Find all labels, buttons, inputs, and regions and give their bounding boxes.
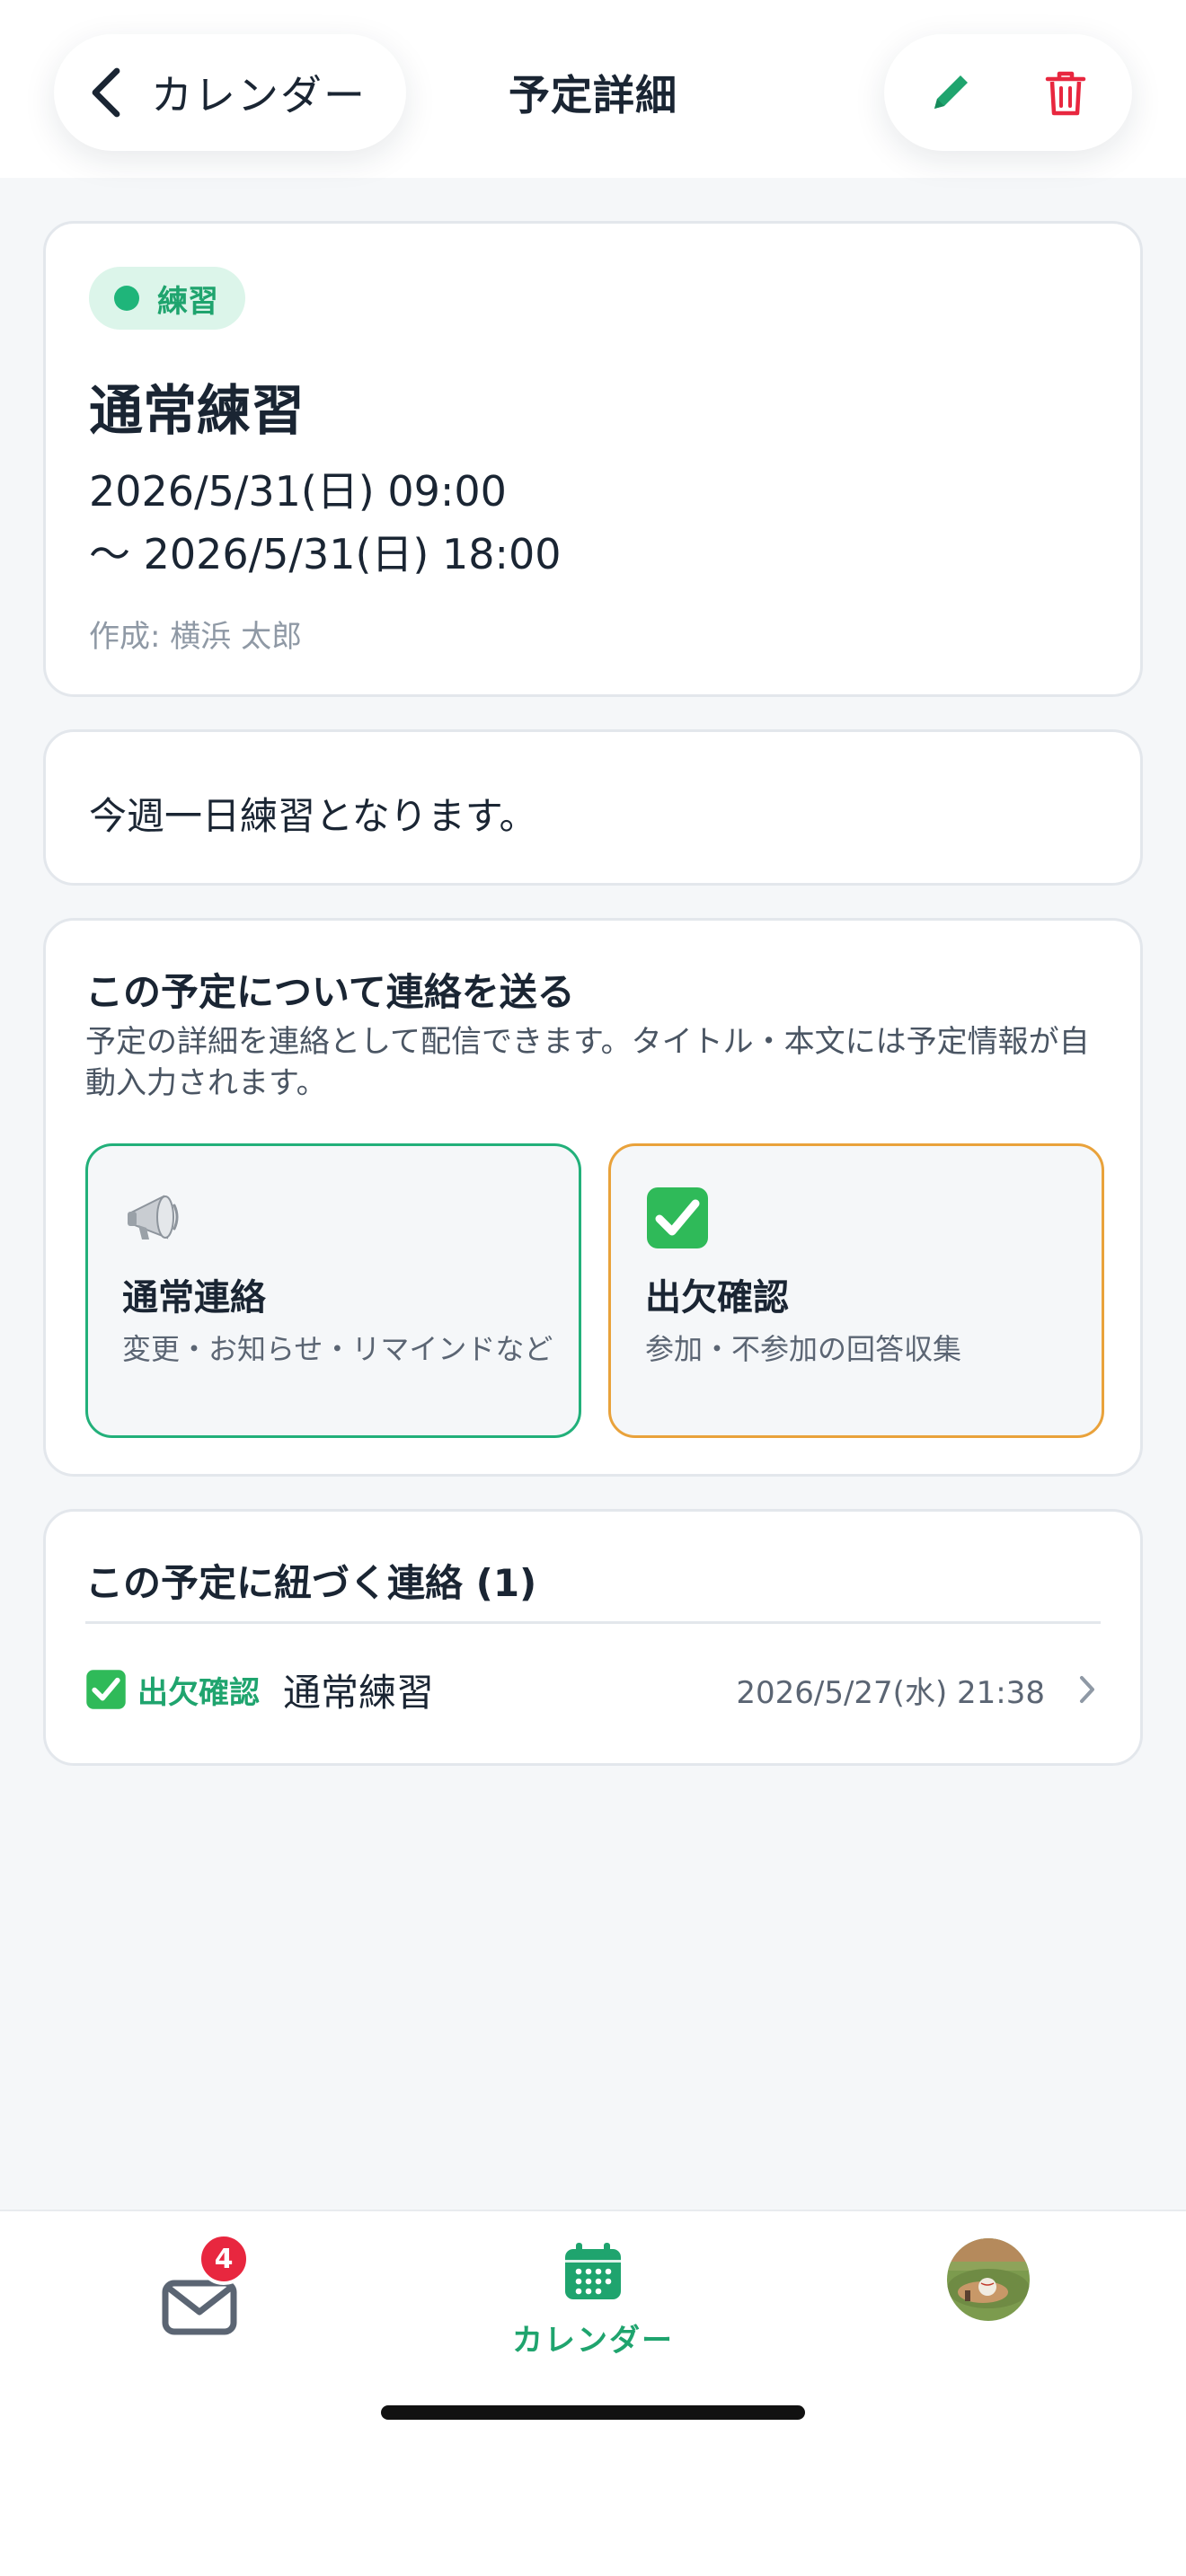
event-title: 通常練習 xyxy=(89,380,305,443)
edit-pencil-icon[interactable] xyxy=(924,66,978,119)
event-end-datetime: 〜 2026/5/31(日) 18:00 xyxy=(89,530,562,578)
linked-messages-title: この予定に紐づく連絡 (1) xyxy=(85,1561,537,1605)
send-section-description: 予定の詳細を連絡として配信できます。タイトル・本文には予定情報が自動入力されます… xyxy=(85,1024,1090,1101)
tab-calendar-label[interactable]: カレンダー xyxy=(0,2316,1186,2360)
send-message-card: この予定について連絡を送る 予定の詳細を連絡として配信できます。タイトル・本文に… xyxy=(43,918,1143,1477)
linked-message-title: 通常練習 xyxy=(283,1670,435,1715)
avatar-image xyxy=(947,2238,1030,2321)
normal-message-title: 通常連絡 xyxy=(122,1277,266,1319)
normal-message-subtitle: 変更・お知らせ・リマインドなど xyxy=(122,1332,553,1366)
check-box-icon xyxy=(647,1187,708,1248)
unread-badge: 4 xyxy=(198,2233,250,2285)
event-description: 今週一日練習となります。 xyxy=(89,794,537,838)
event-detail-screen: カレンダー 予定詳細 練習 通常練習 2026/5/31(日) 09:00 〜 … xyxy=(0,0,1186,2576)
tab-bar: 4 カレンダー xyxy=(0,2210,1186,2576)
attendance-check-subtitle: 参加・不参加の回答収集 xyxy=(645,1332,962,1366)
divider xyxy=(85,1621,1101,1624)
normal-message-option[interactable]: 通常連絡 変更・お知らせ・リマインドなど xyxy=(85,1143,581,1438)
linked-messages-card: この予定に紐づく連絡 (1) 出欠確認 通常練習 2026/5/27(水) 21… xyxy=(43,1509,1143,1766)
attendance-check-title: 出欠確認 xyxy=(645,1277,789,1319)
category-dot-icon xyxy=(114,286,139,311)
send-section-title: この予定について連絡を送る xyxy=(85,970,575,1014)
home-indicator xyxy=(381,2405,805,2420)
linked-message-row[interactable]: 出欠確認 通常練習 2026/5/27(水) 21:38 xyxy=(85,1646,1101,1733)
category-badge: 練習 xyxy=(89,267,245,330)
linked-message-date: 2026/5/27(水) 21:38 xyxy=(736,1674,1045,1711)
linked-message-type: 出欠確認 xyxy=(137,1674,260,1711)
event-start-datetime: 2026/5/31(日) 09:00 xyxy=(89,467,507,516)
event-info-card: 練習 通常練習 2026/5/31(日) 09:00 〜 2026/5/31(日… xyxy=(43,221,1143,697)
check-box-icon xyxy=(86,1670,126,1709)
header: カレンダー 予定詳細 xyxy=(0,0,1186,178)
event-creator: 作成: 横浜 太郎 xyxy=(89,619,303,655)
calendar-icon[interactable] xyxy=(561,2240,625,2305)
category-label: 練習 xyxy=(157,283,218,320)
action-group xyxy=(884,34,1132,151)
profile-avatar[interactable] xyxy=(947,2238,1030,2321)
event-description-card: 今週一日練習となります。 xyxy=(43,729,1143,886)
megaphone-icon xyxy=(128,1195,179,1239)
trash-icon[interactable] xyxy=(1039,66,1093,119)
attendance-check-option[interactable]: 出欠確認 参加・不参加の回答収集 xyxy=(608,1143,1104,1438)
chevron-right-icon xyxy=(1080,1676,1094,1703)
